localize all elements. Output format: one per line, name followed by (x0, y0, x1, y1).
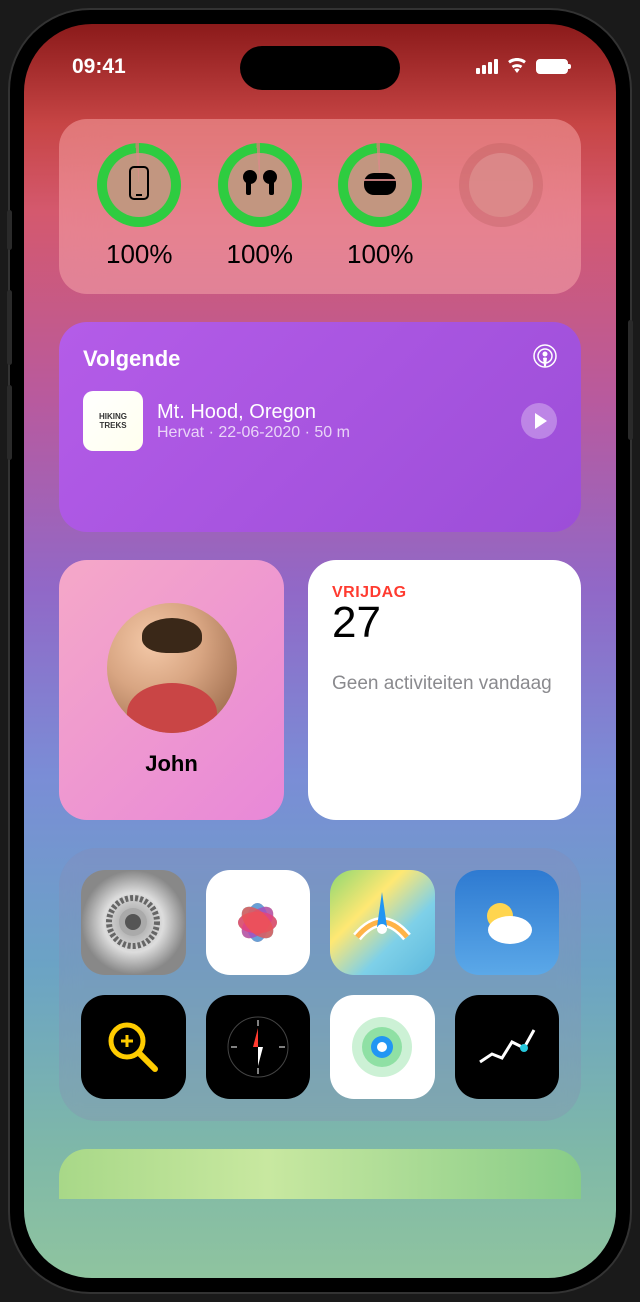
weather-app-icon[interactable] (455, 870, 560, 975)
contact-avatar (107, 603, 237, 733)
maps-app-icon[interactable] (330, 870, 435, 975)
dynamic-island[interactable] (240, 46, 400, 90)
wifi-icon (506, 55, 528, 79)
photos-app-icon[interactable] (206, 870, 311, 975)
battery-item-case: 100% (338, 143, 422, 270)
map-widget-peek[interactable] (59, 1149, 581, 1199)
podcasts-widget[interactable]: Volgende HIKING TREKS Mt. Hood, Oregon H… (59, 322, 581, 532)
play-button[interactable] (521, 403, 557, 439)
iphone-icon (128, 165, 150, 206)
podcast-header: Volgende (83, 344, 557, 373)
airpods-case-icon (362, 169, 398, 202)
power-button[interactable] (628, 320, 633, 440)
podcast-episode[interactable]: HIKING TREKS Mt. Hood, Oregon Hervat · 2… (83, 391, 557, 451)
battery-item-phone: 100% (97, 143, 181, 270)
phone-frame: 09:41 (10, 10, 630, 1292)
cellular-signal-icon (476, 59, 498, 74)
battery-percent: 100% (106, 239, 173, 270)
battery-ring (338, 143, 422, 227)
volume-down-button[interactable] (7, 385, 12, 460)
status-time: 09:41 (72, 55, 126, 79)
stocks-app-icon[interactable] (455, 995, 560, 1100)
today-view: 100% 100% 100% (24, 89, 616, 1199)
findmy-app-icon[interactable] (330, 995, 435, 1100)
calendar-events: Geen activiteiten vandaag (332, 672, 557, 697)
magnifier-app-icon[interactable] (81, 995, 186, 1100)
screen: 09:41 (24, 24, 616, 1278)
podcast-episode-meta: Hervat · 22-06-2020 · 50 m (157, 424, 507, 442)
podcast-info: Mt. Hood, Oregon Hervat · 22-06-2020 · 5… (157, 401, 507, 442)
airpods-icon (240, 169, 280, 202)
contact-name: John (145, 751, 198, 777)
podcast-artwork: HIKING TREKS (83, 391, 143, 451)
battery-percent: 100% (347, 239, 414, 270)
battery-ring (97, 143, 181, 227)
status-indicators (476, 55, 568, 79)
calendar-widget[interactable]: VRIJDAG 27 Geen activiteiten vandaag (308, 560, 581, 820)
battery-percent: 100% (227, 239, 294, 270)
compass-app-icon[interactable] (206, 995, 311, 1100)
battery-item-empty (459, 143, 543, 270)
podcasts-app-icon (533, 344, 557, 373)
podcast-widget-title: Volgende (83, 346, 180, 372)
settings-app-icon[interactable] (81, 870, 186, 975)
batteries-widget[interactable]: 100% 100% 100% (59, 119, 581, 294)
contact-widget[interactable]: John (59, 560, 284, 820)
volume-up-button[interactable] (7, 290, 12, 365)
silence-switch[interactable] (7, 210, 12, 250)
siri-suggestions-widget[interactable] (59, 848, 581, 1121)
podcast-episode-title: Mt. Hood, Oregon (157, 401, 507, 424)
battery-icon (536, 59, 568, 74)
calendar-date: 27 (332, 598, 557, 648)
battery-ring (218, 143, 302, 227)
battery-ring-empty (459, 143, 543, 227)
battery-item-airpods: 100% (218, 143, 302, 270)
